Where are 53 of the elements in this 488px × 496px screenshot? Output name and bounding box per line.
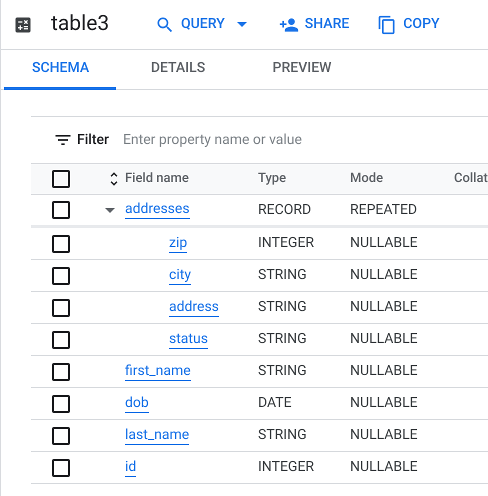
- column-header: Mode: [350, 171, 384, 186]
- checkbox[interactable]: [52, 266, 70, 284]
- checkbox[interactable]: [52, 201, 70, 219]
- column-header: Field name: [125, 170, 189, 188]
- table-icon: [13, 14, 33, 34]
- toolbar-button[interactable]: QUERY: [151, 6, 255, 42]
- table-cell-text: STRING: [258, 266, 308, 285]
- field-name-link[interactable]: last_name: [125, 426, 190, 444]
- tab[interactable]: DETAILS: [116, 50, 240, 90]
- table-cell-text: NULLABLE: [350, 234, 419, 253]
- checkbox[interactable]: [52, 362, 70, 380]
- field-name-link[interactable]: id: [125, 458, 136, 476]
- filter-label: Filter: [77, 130, 109, 150]
- table-cell-text: INTEGER: [258, 234, 316, 253]
- column-header: Collat: [454, 171, 488, 186]
- table-cell-text: NULLABLE: [350, 266, 419, 285]
- field-name-link[interactable]: city: [169, 266, 191, 284]
- field-name-link[interactable]: addresses: [125, 201, 190, 219]
- table-cell-text: INTEGER: [258, 458, 316, 477]
- field-name-link[interactable]: status: [169, 330, 208, 348]
- checkbox[interactable]: [52, 170, 70, 188]
- search-icon: [155, 14, 175, 34]
- tab[interactable]: PREVIEW: [240, 50, 364, 90]
- table-cell-text: NULLABLE: [350, 394, 419, 413]
- copy-icon: [377, 14, 398, 34]
- filter-field[interactable]: Enter property name or value: [122, 130, 423, 150]
- table-title: table3: [51, 10, 110, 38]
- table-cell-text: NULLABLE: [350, 362, 419, 381]
- field-name-link[interactable]: zip: [169, 234, 188, 252]
- toolbar-button[interactable]: COPY: [373, 6, 444, 42]
- checkbox[interactable]: [52, 330, 70, 348]
- column-header: Type: [258, 171, 286, 186]
- checkbox[interactable]: [52, 298, 70, 316]
- table-cell-text: NULLABLE: [350, 458, 419, 477]
- table-cell-text: NULLABLE: [350, 330, 419, 349]
- checkbox[interactable]: [52, 394, 70, 412]
- table-cell-text: STRING: [258, 362, 308, 381]
- table-cell-text: NULLABLE: [350, 426, 419, 445]
- table-cell-text: REPEATED: [350, 200, 418, 220]
- tab[interactable]: SCHEMA: [4, 50, 116, 90]
- checkbox[interactable]: [52, 426, 70, 444]
- checkbox[interactable]: [52, 458, 70, 476]
- field-name-link[interactable]: first_name: [125, 362, 191, 380]
- field-name-link[interactable]: address: [169, 298, 219, 316]
- table-cell-text: STRING: [258, 426, 308, 445]
- table-cell-text: NULLABLE: [350, 298, 419, 317]
- table-cell-text: DATE: [258, 394, 293, 413]
- toolbar-button[interactable]: SHARE: [274, 6, 354, 42]
- table-cell-text: STRING: [258, 330, 308, 349]
- checkbox[interactable]: [52, 234, 70, 252]
- table-cell-text: RECORD: [258, 200, 312, 220]
- field-name-link[interactable]: dob: [125, 394, 149, 412]
- table-cell-text: STRING: [258, 298, 308, 317]
